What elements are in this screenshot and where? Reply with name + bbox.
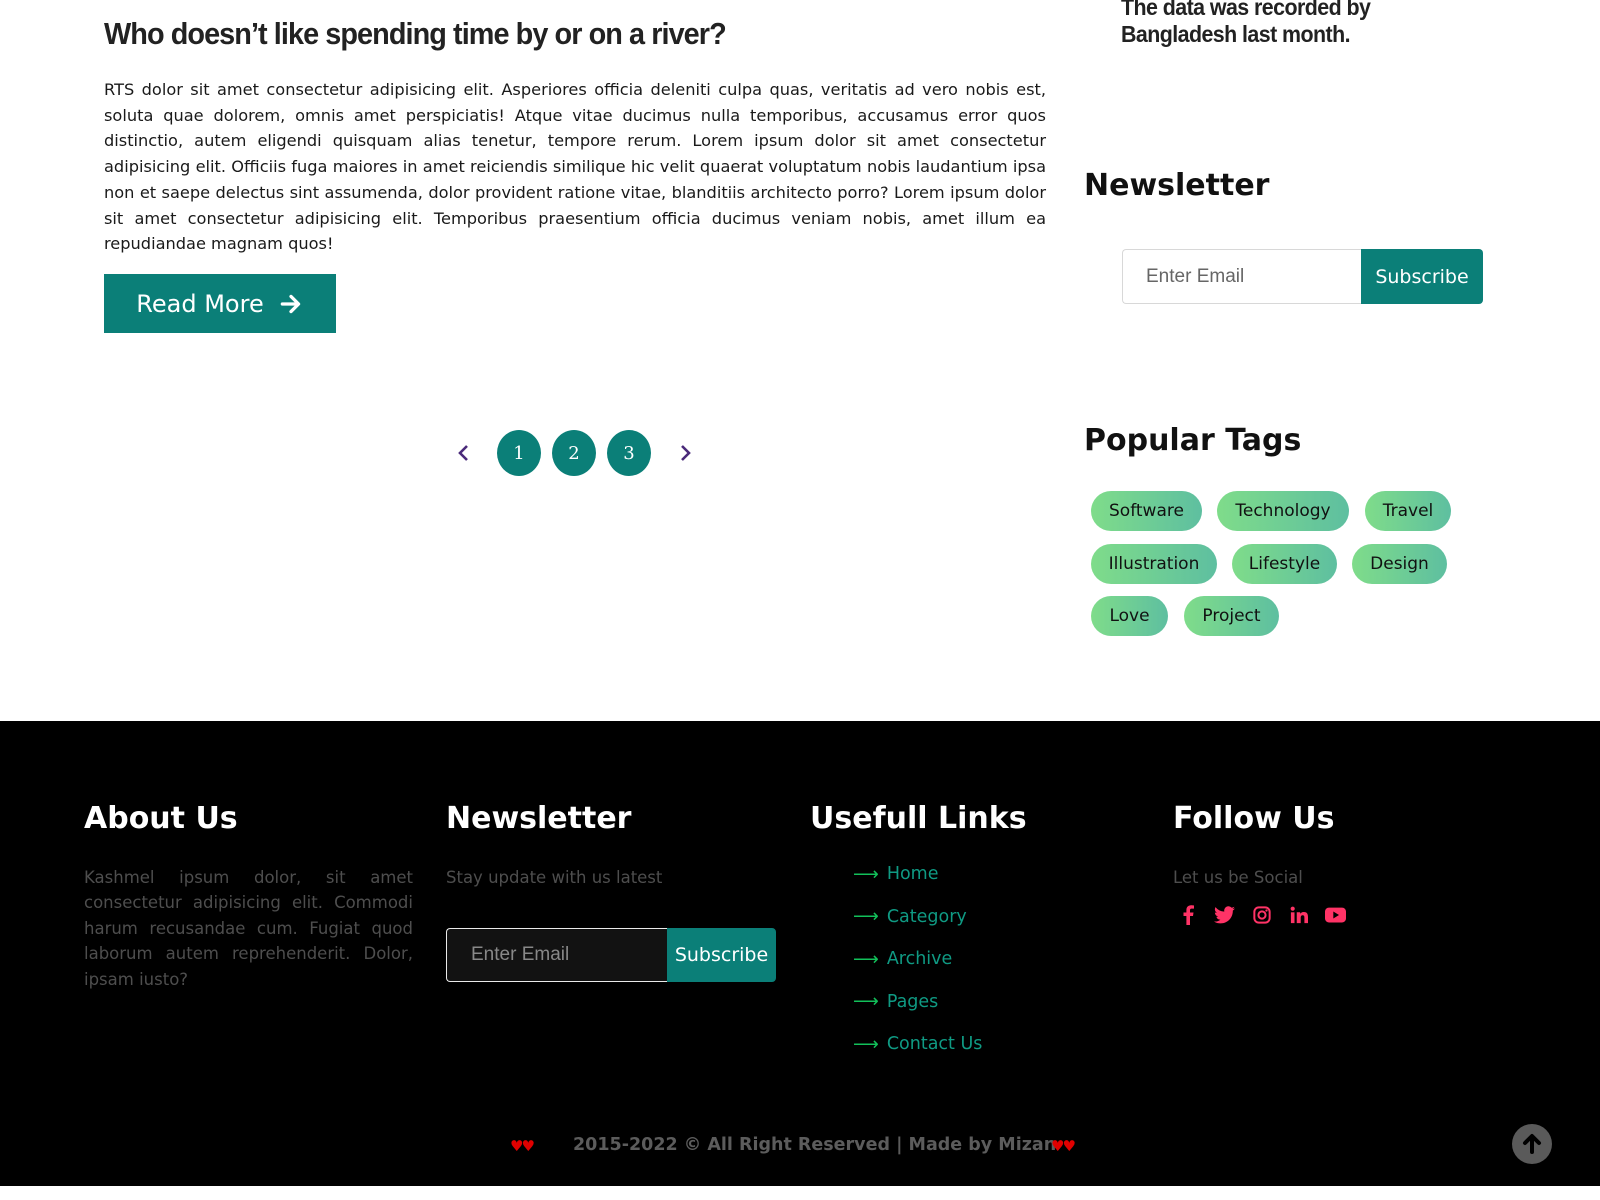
arrow-right-icon: ⟶ (853, 991, 879, 1013)
facebook-icon[interactable] (1177, 904, 1198, 925)
popular-tags-heading: Popular Tags (1084, 423, 1302, 458)
tag-project[interactable]: Project (1184, 596, 1279, 636)
tag-travel[interactable]: Travel (1365, 491, 1451, 531)
footer-newsletter-heading: Newsletter (446, 801, 632, 836)
footer-link-pages[interactable]: ⟶ Pages (853, 981, 982, 1024)
footer-follow-text: Let us be Social (1173, 868, 1303, 887)
footer-link-label: Contact Us (886, 1034, 983, 1055)
footer-newsletter-text: Stay update with us latest (446, 868, 663, 887)
instagram-icon[interactable] (1251, 904, 1272, 925)
arrow-right-icon: ⟶ (853, 948, 879, 970)
sidebar-email-input[interactable] (1122, 249, 1361, 304)
page-1-button[interactable]: 1 (497, 430, 541, 476)
arrow-up-circle-icon[interactable] (1512, 1124, 1552, 1164)
sidebar-newsletter-form: Subscribe (1122, 249, 1483, 304)
linkedin-icon[interactable] (1288, 904, 1309, 925)
page-3-button[interactable]: 3 (607, 430, 651, 476)
arrow-right-icon: ⟶ (853, 1033, 879, 1055)
heart-icon-left: ♥♥ (510, 1137, 535, 1155)
youtube-icon[interactable] (1325, 904, 1346, 925)
tag-technology[interactable]: Technology (1217, 491, 1349, 531)
chevron-right-icon[interactable] (673, 441, 697, 465)
footer-link-contact[interactable]: ⟶ Contact Us (853, 1023, 982, 1066)
sidebar-data-note: The data was recorded by Bangladesh last… (1121, 0, 1371, 47)
heart-icon-right: ♥♥ (1051, 1137, 1076, 1155)
footer-link-home[interactable]: ⟶ Home (853, 853, 982, 896)
footer-about-heading: About Us (84, 801, 238, 836)
footer-follow-heading: Follow Us (1173, 801, 1335, 836)
copyright-text: 2015-2022 © All Right Reserved | Made by… (573, 1135, 1057, 1155)
page-2-button[interactable]: 2 (552, 430, 596, 476)
footer-newsletter-form: Subscribe (446, 928, 776, 982)
twitter-icon[interactable] (1214, 904, 1235, 925)
read-more-label: Read More (136, 289, 264, 318)
arrow-right-icon: ⟶ (853, 906, 879, 928)
footer-link-label: Category (886, 906, 967, 927)
read-more-button[interactable]: Read More (104, 274, 336, 333)
tag-lifestyle[interactable]: Lifestyle (1232, 544, 1337, 584)
main-content: Who doesn’t like spending time by or on … (0, 0, 1600, 721)
tag-love[interactable]: Love (1091, 596, 1168, 636)
footer-about-text: Kashmel ipsum dolor, sit amet consectetu… (84, 868, 413, 989)
post-body: RTS dolor sit amet consectetur adipisici… (104, 80, 1046, 254)
footer-subscribe-button[interactable]: Subscribe (667, 928, 776, 982)
tag-design[interactable]: Design (1352, 544, 1447, 584)
sidebar-newsletter-heading: Newsletter (1084, 168, 1270, 203)
footer: About Us Kashmel ipsum dolor, sit amet c… (0, 721, 1600, 1186)
footer-links-heading: Usefull Links (810, 801, 1027, 836)
footer-link-label: Home (886, 864, 939, 885)
footer-link-category[interactable]: ⟶ Category (853, 896, 982, 939)
footer-link-label: Archive (886, 949, 953, 970)
footer-link-label: Pages (886, 991, 939, 1012)
tag-software[interactable]: Software (1091, 491, 1202, 531)
chevron-left-icon[interactable] (452, 441, 476, 465)
arrow-right-icon (280, 294, 300, 313)
sidebar-subscribe-button[interactable]: Subscribe (1361, 249, 1483, 304)
pagination: 1 2 3 (452, 430, 697, 476)
arrow-right-icon: ⟶ (853, 863, 879, 885)
footer-email-input[interactable] (446, 928, 667, 982)
social-links (1177, 904, 1346, 925)
footer-links-list: ⟶ Home ⟶ Category ⟶ Archive ⟶ Pages ⟶ Contact… (853, 853, 982, 1066)
post-title: Who doesn’t like spending time by or on … (104, 16, 727, 51)
tag-illustration[interactable]: Illustration (1091, 544, 1217, 584)
footer-link-archive[interactable]: ⟶ Archive (853, 938, 982, 981)
